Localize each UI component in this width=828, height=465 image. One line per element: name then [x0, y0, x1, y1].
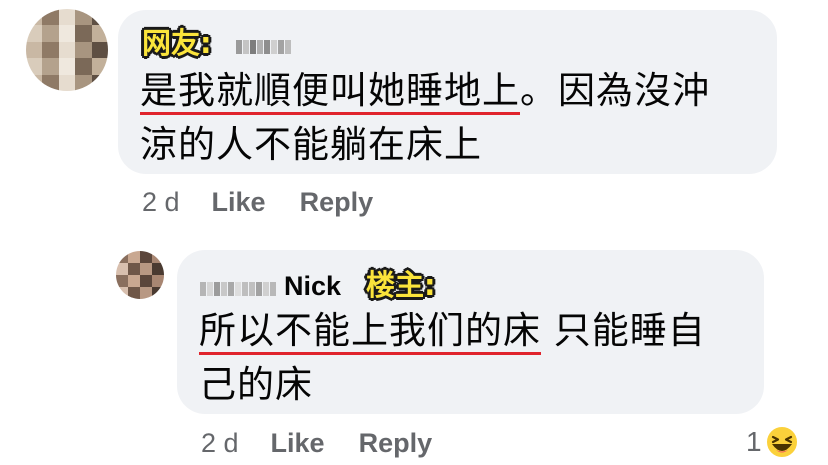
author-name[interactable]: Nick	[284, 270, 341, 302]
avatar-pixel	[91, 9, 108, 26]
blur-pixel	[242, 282, 248, 296]
avatar-pixel	[58, 41, 76, 59]
avatar-pixel	[75, 58, 92, 75]
avatar-pixel	[26, 9, 43, 26]
avatar-pixel	[75, 25, 92, 42]
avatar-pixel	[42, 74, 59, 91]
blur-pixel	[214, 282, 220, 296]
avatar-pixel	[42, 9, 59, 26]
underlined-text: 是我就順便叫她睡地上	[140, 69, 520, 115]
avatar-pixel	[152, 275, 164, 287]
avatar-pixel	[58, 25, 76, 42]
avatar-pixel	[116, 263, 128, 275]
blur-pixel	[271, 40, 277, 54]
avatar-pixel	[58, 9, 76, 26]
avatar-pixel	[75, 74, 92, 91]
avatar-pixel	[152, 263, 164, 275]
blur-pixel	[249, 282, 255, 296]
reaction-count: 1	[746, 426, 762, 457]
laughing-face-icon	[764, 425, 799, 459]
avatar-pixel	[26, 74, 43, 91]
avatar-pixel	[116, 287, 128, 299]
blur-pixel	[278, 40, 284, 54]
avatar-pixel	[91, 58, 108, 75]
blur-pixel	[270, 282, 276, 296]
timestamp[interactable]: 2 d	[142, 187, 180, 218]
comment-actions: 2 d Like Reply	[201, 428, 466, 459]
blur-pixel	[207, 282, 213, 296]
timestamp[interactable]: 2 d	[201, 428, 239, 459]
blur-pixel	[200, 282, 206, 296]
comment-text: 是我就順便叫她睡地上。因為沒沖 涼的人不能躺在床上	[140, 64, 710, 172]
comment-text-line: 己的床	[199, 363, 313, 406]
avatar-pixel	[128, 251, 140, 263]
comment-actions: 2 d Like Reply	[142, 187, 407, 218]
avatar-pixel	[116, 251, 128, 263]
underlined-text: 所以不能上我们的床	[199, 309, 541, 355]
blur-pixel	[263, 282, 269, 296]
blurred-author-name[interactable]	[200, 282, 276, 296]
reply-button[interactable]: Reply	[359, 428, 433, 459]
avatar-pixel	[42, 41, 59, 59]
blurred-author-name[interactable]	[236, 40, 291, 54]
avatar-pixel	[140, 251, 152, 263]
avatar-pixel	[128, 287, 140, 299]
blur-pixel	[264, 40, 270, 54]
avatar-pixel	[152, 287, 164, 299]
avatar-pixel	[140, 263, 152, 275]
comment-text-line: 。因為沒沖	[520, 69, 710, 112]
avatar-pixel	[91, 25, 108, 42]
reply-button[interactable]: Reply	[300, 187, 374, 218]
avatar-pixel	[26, 25, 43, 42]
avatar-pixel	[58, 74, 76, 91]
avatar-pixel	[91, 74, 108, 91]
label-tag: 楼主:	[366, 268, 436, 302]
avatar-pixel	[116, 275, 128, 287]
label-tag: 网友:	[142, 26, 212, 60]
avatar-pixel	[42, 25, 59, 42]
blur-pixel	[285, 40, 291, 54]
avatar-pixel	[26, 58, 43, 75]
avatar-pixel	[26, 41, 43, 59]
avatar-pixel	[91, 41, 108, 59]
avatar-pixel	[128, 275, 140, 287]
comment-text-line: 只能睡自	[541, 309, 706, 352]
blur-pixel	[257, 40, 263, 54]
avatar-pixel	[42, 58, 59, 75]
avatar-pixel	[152, 251, 164, 263]
blur-pixel	[256, 282, 262, 296]
avatar-pixel	[140, 275, 152, 287]
comment-text-line: 涼的人不能躺在床上	[140, 123, 482, 166]
avatar-pixel	[128, 263, 140, 275]
blur-pixel	[228, 282, 234, 296]
reaction-summary[interactable]: 1	[746, 424, 800, 460]
blur-pixel	[235, 282, 241, 296]
avatar-pixel	[75, 41, 92, 59]
comment-text: 所以不能上我们的床 只能睡自 己的床	[199, 304, 706, 412]
avatar[interactable]	[26, 9, 108, 91]
avatar-pixel	[58, 58, 76, 75]
avatar-pixel	[140, 287, 152, 299]
blur-pixel	[221, 282, 227, 296]
like-button[interactable]: Like	[212, 187, 266, 218]
blur-pixel	[236, 40, 242, 54]
avatar[interactable]	[116, 251, 164, 299]
blur-pixel	[250, 40, 256, 54]
avatar-pixel	[75, 9, 92, 26]
blur-pixel	[243, 40, 249, 54]
like-button[interactable]: Like	[271, 428, 325, 459]
